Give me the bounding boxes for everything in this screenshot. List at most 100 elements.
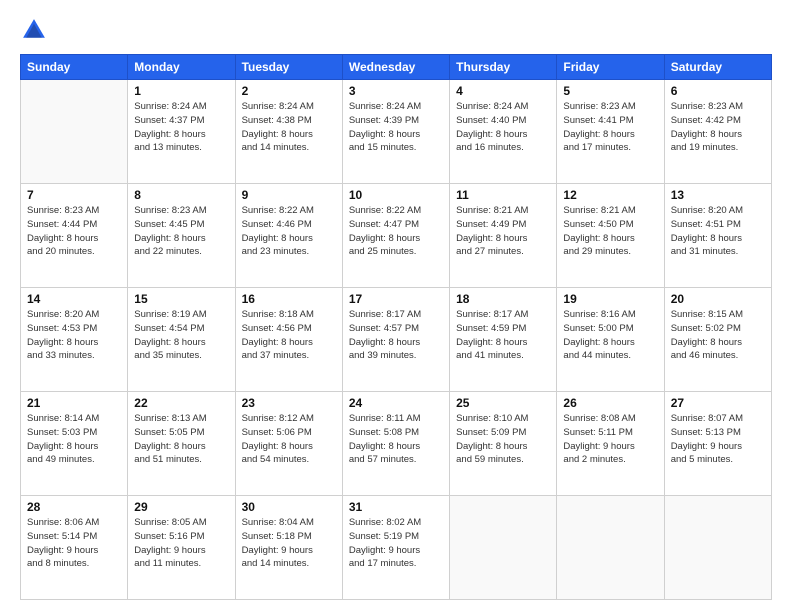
day-info: Sunrise: 8:23 AM Sunset: 4:42 PM Dayligh… bbox=[671, 100, 765, 155]
calendar-cell: 31 Sunrise: 8:02 AM Sunset: 5:19 PM Dayli… bbox=[342, 496, 449, 600]
day-number: 3 bbox=[349, 84, 443, 98]
day-info: Sunrise: 8:10 AM Sunset: 5:09 PM Dayligh… bbox=[456, 412, 550, 467]
day-number: 18 bbox=[456, 292, 550, 306]
day-number: 2 bbox=[242, 84, 336, 98]
calendar-cell: 7Sunrise: 8:23 AM Sunset: 4:44 PM Daylig… bbox=[21, 184, 128, 288]
day-info: Sunrise: 8:04 AM Sunset: 5:18 PM Dayligh… bbox=[242, 516, 336, 571]
day-info: Sunrise: 8:08 AM Sunset: 5:11 PM Dayligh… bbox=[563, 412, 657, 467]
day-number: 5 bbox=[563, 84, 657, 98]
day-number: 25 bbox=[456, 396, 550, 410]
day-info: Sunrise: 8:22 AM Sunset: 4:46 PM Dayligh… bbox=[242, 204, 336, 259]
day-info: Sunrise: 8:21 AM Sunset: 4:49 PM Dayligh… bbox=[456, 204, 550, 259]
day-number: 22 bbox=[134, 396, 228, 410]
calendar-cell: 28 Sunrise: 8:06 AM Sunset: 5:14 PM Dayli… bbox=[21, 496, 128, 600]
day-info: Sunrise: 8:22 AM Sunset: 4:47 PM Dayligh… bbox=[349, 204, 443, 259]
calendar-cell: 25 Sunrise: 8:10 AM Sunset: 5:09 PM Dayli… bbox=[450, 392, 557, 496]
calendar-cell: 11 Sunrise: 8:21 AM Sunset: 4:49 PM Dayli… bbox=[450, 184, 557, 288]
calendar-cell: 26 Sunrise: 8:08 AM Sunset: 5:11 PM Dayli… bbox=[557, 392, 664, 496]
day-number: 24 bbox=[349, 396, 443, 410]
calendar-cell: 8 Sunrise: 8:23 AM Sunset: 4:45 PM Daylig… bbox=[128, 184, 235, 288]
calendar-cell: 13Sunrise: 8:20 AM Sunset: 4:51 PM Dayli… bbox=[664, 184, 771, 288]
weekday-header-saturday: Saturday bbox=[664, 55, 771, 80]
calendar-cell: 27 Sunrise: 8:07 AM Sunset: 5:13 PM Dayli… bbox=[664, 392, 771, 496]
calendar-cell: 16 Sunrise: 8:18 AM Sunset: 4:56 PM Dayli… bbox=[235, 288, 342, 392]
calendar-cell: 19Sunrise: 8:16 AM Sunset: 5:00 PM Dayli… bbox=[557, 288, 664, 392]
day-info: Sunrise: 8:24 AM Sunset: 4:39 PM Dayligh… bbox=[349, 100, 443, 155]
day-number: 27 bbox=[671, 396, 765, 410]
day-number: 4 bbox=[456, 84, 550, 98]
day-info: Sunrise: 8:14 AM Sunset: 5:03 PM Dayligh… bbox=[27, 412, 121, 467]
weekday-header-friday: Friday bbox=[557, 55, 664, 80]
calendar-cell: 20 Sunrise: 8:15 AM Sunset: 5:02 PM Dayli… bbox=[664, 288, 771, 392]
day-number: 29 bbox=[134, 500, 228, 514]
calendar-cell: 18 Sunrise: 8:17 AM Sunset: 4:59 PM Dayli… bbox=[450, 288, 557, 392]
logo bbox=[20, 16, 52, 44]
day-info: Sunrise: 8:24 AM Sunset: 4:37 PM Dayligh… bbox=[134, 100, 228, 155]
calendar-cell: 3 Sunrise: 8:24 AM Sunset: 4:39 PM Daylig… bbox=[342, 80, 449, 184]
day-info: Sunrise: 8:11 AM Sunset: 5:08 PM Dayligh… bbox=[349, 412, 443, 467]
day-number: 11 bbox=[456, 188, 550, 202]
day-info: Sunrise: 8:16 AM Sunset: 5:00 PM Dayligh… bbox=[563, 308, 657, 363]
day-number: 31 bbox=[349, 500, 443, 514]
day-number: 10 bbox=[349, 188, 443, 202]
day-number: 28 bbox=[27, 500, 121, 514]
day-info: Sunrise: 8:23 AM Sunset: 4:41 PM Dayligh… bbox=[563, 100, 657, 155]
day-number: 16 bbox=[242, 292, 336, 306]
day-number: 14 bbox=[27, 292, 121, 306]
day-info: Sunrise: 8:06 AM Sunset: 5:14 PM Dayligh… bbox=[27, 516, 121, 571]
calendar-cell: 22 Sunrise: 8:13 AM Sunset: 5:05 PM Dayli… bbox=[128, 392, 235, 496]
day-info: Sunrise: 8:17 AM Sunset: 4:59 PM Dayligh… bbox=[456, 308, 550, 363]
day-info: Sunrise: 8:24 AM Sunset: 4:40 PM Dayligh… bbox=[456, 100, 550, 155]
calendar-cell bbox=[450, 496, 557, 600]
day-number: 30 bbox=[242, 500, 336, 514]
calendar-cell: 10 Sunrise: 8:22 AM Sunset: 4:47 PM Dayli… bbox=[342, 184, 449, 288]
day-info: Sunrise: 8:17 AM Sunset: 4:57 PM Dayligh… bbox=[349, 308, 443, 363]
day-info: Sunrise: 8:07 AM Sunset: 5:13 PM Dayligh… bbox=[671, 412, 765, 467]
week-row-2: 7Sunrise: 8:23 AM Sunset: 4:44 PM Daylig… bbox=[21, 184, 772, 288]
header bbox=[20, 16, 772, 44]
day-number: 17 bbox=[349, 292, 443, 306]
day-number: 20 bbox=[671, 292, 765, 306]
day-info: Sunrise: 8:15 AM Sunset: 5:02 PM Dayligh… bbox=[671, 308, 765, 363]
week-row-3: 14 Sunrise: 8:20 AM Sunset: 4:53 PM Dayli… bbox=[21, 288, 772, 392]
day-info: Sunrise: 8:21 AM Sunset: 4:50 PM Dayligh… bbox=[563, 204, 657, 259]
day-info: Sunrise: 8:12 AM Sunset: 5:06 PM Dayligh… bbox=[242, 412, 336, 467]
calendar-table: SundayMondayTuesdayWednesdayThursdayFrid… bbox=[20, 54, 772, 600]
week-row-1: 1Sunrise: 8:24 AM Sunset: 4:37 PM Daylig… bbox=[21, 80, 772, 184]
day-number: 15 bbox=[134, 292, 228, 306]
weekday-header-sunday: Sunday bbox=[21, 55, 128, 80]
weekday-header-wednesday: Wednesday bbox=[342, 55, 449, 80]
day-number: 9 bbox=[242, 188, 336, 202]
day-number: 8 bbox=[134, 188, 228, 202]
weekday-header-row: SundayMondayTuesdayWednesdayThursdayFrid… bbox=[21, 55, 772, 80]
calendar-cell: 6 Sunrise: 8:23 AM Sunset: 4:42 PM Daylig… bbox=[664, 80, 771, 184]
day-info: Sunrise: 8:23 AM Sunset: 4:45 PM Dayligh… bbox=[134, 204, 228, 259]
calendar-cell: 15 Sunrise: 8:19 AM Sunset: 4:54 PM Dayli… bbox=[128, 288, 235, 392]
day-info: Sunrise: 8:13 AM Sunset: 5:05 PM Dayligh… bbox=[134, 412, 228, 467]
week-row-5: 28 Sunrise: 8:06 AM Sunset: 5:14 PM Dayli… bbox=[21, 496, 772, 600]
weekday-header-tuesday: Tuesday bbox=[235, 55, 342, 80]
calendar-cell: 5 Sunrise: 8:23 AM Sunset: 4:41 PM Daylig… bbox=[557, 80, 664, 184]
calendar-cell: 17 Sunrise: 8:17 AM Sunset: 4:57 PM Dayli… bbox=[342, 288, 449, 392]
weekday-header-monday: Monday bbox=[128, 55, 235, 80]
calendar-cell: 21 Sunrise: 8:14 AM Sunset: 5:03 PM Dayli… bbox=[21, 392, 128, 496]
day-info: Sunrise: 8:02 AM Sunset: 5:19 PM Dayligh… bbox=[349, 516, 443, 571]
day-info: Sunrise: 8:24 AM Sunset: 4:38 PM Dayligh… bbox=[242, 100, 336, 155]
calendar-cell: 4 Sunrise: 8:24 AM Sunset: 4:40 PM Daylig… bbox=[450, 80, 557, 184]
day-number: 23 bbox=[242, 396, 336, 410]
calendar-cell: 29Sunrise: 8:05 AM Sunset: 5:16 PM Dayli… bbox=[128, 496, 235, 600]
calendar-cell: 23 Sunrise: 8:12 AM Sunset: 5:06 PM Dayli… bbox=[235, 392, 342, 496]
day-number: 12 bbox=[563, 188, 657, 202]
week-row-4: 21 Sunrise: 8:14 AM Sunset: 5:03 PM Dayli… bbox=[21, 392, 772, 496]
day-info: Sunrise: 8:18 AM Sunset: 4:56 PM Dayligh… bbox=[242, 308, 336, 363]
day-number: 6 bbox=[671, 84, 765, 98]
day-info: Sunrise: 8:20 AM Sunset: 4:53 PM Dayligh… bbox=[27, 308, 121, 363]
day-number: 26 bbox=[563, 396, 657, 410]
page: SundayMondayTuesdayWednesdayThursdayFrid… bbox=[0, 0, 792, 612]
day-number: 13 bbox=[671, 188, 765, 202]
calendar-cell bbox=[557, 496, 664, 600]
day-number: 7 bbox=[27, 188, 121, 202]
day-info: Sunrise: 8:19 AM Sunset: 4:54 PM Dayligh… bbox=[134, 308, 228, 363]
calendar-cell: 1Sunrise: 8:24 AM Sunset: 4:37 PM Daylig… bbox=[128, 80, 235, 184]
day-number: 21 bbox=[27, 396, 121, 410]
